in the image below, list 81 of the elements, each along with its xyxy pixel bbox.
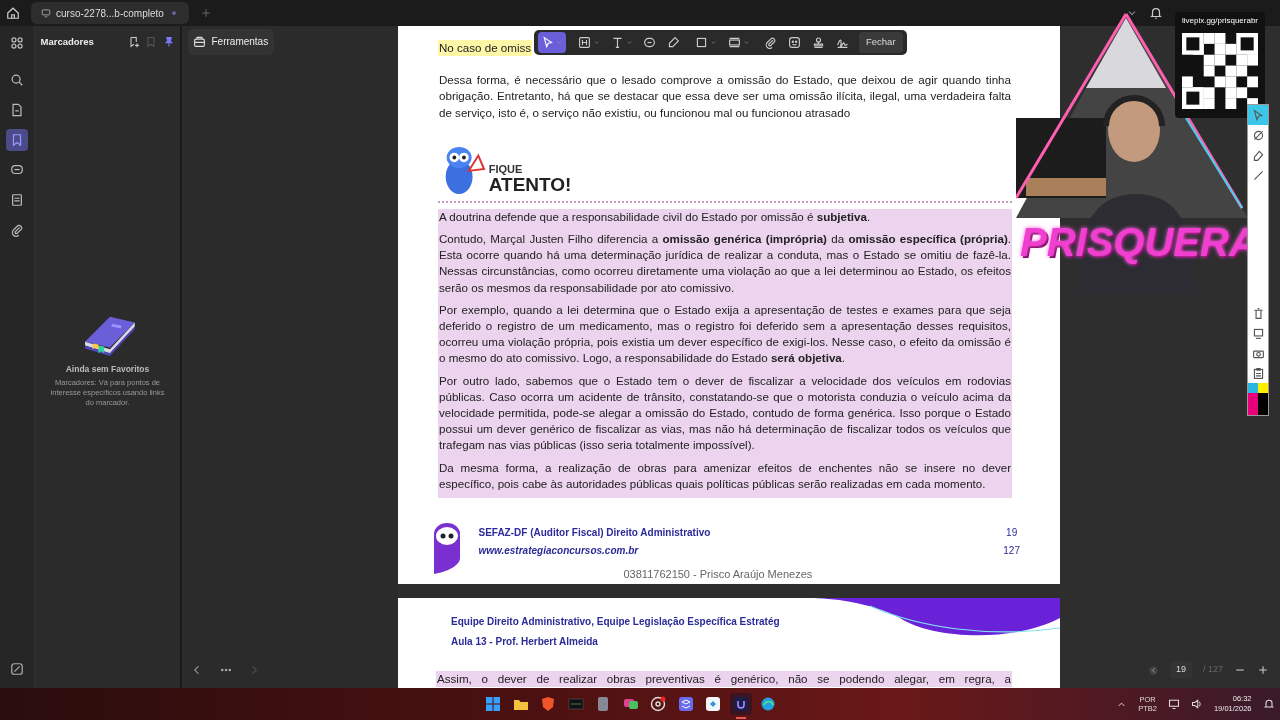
document-icon [10, 192, 24, 207]
color-swatch[interactable] [1258, 383, 1268, 393]
paragraph: Da mesma forma, a realização de obras para amenizar efeitos de enchentes não se insere no dever específico, pois cabe às autoridades públicas quais políticas públicas serão realizadas em cada momento. [438, 459, 1012, 499]
tab[interactable]: curso-2278...b-completo [30, 2, 190, 24]
course-title: SEFAZ-DF (Auditor Fiscal) Direito Administrativo [478, 525, 712, 540]
color-swatch[interactable] [1258, 393, 1268, 415]
eraser-icon [1251, 148, 1265, 162]
owl-logo-icon [432, 522, 462, 574]
monitor-icon [40, 8, 51, 18]
app-icon[interactable] [705, 696, 721, 712]
pdf-app-icon[interactable] [10, 662, 24, 676]
cursor-icon [1251, 108, 1265, 122]
paragraph: Por outro lado, sabemos que o Estado tem o dever de fiscalizar a velocidade dos veículos em rodovias públicas. Caso ocorra um acidente de trânsito, constatando-se que o motorista conduzia o veículo acima da velocidade permitida, pode-se alegar a omissão do Estado, contudo de forma genérica. Isso porque o Estado possui um dever genérico de fiscalizar as vias, mas não há determinação de fiscalizar todos os veículos que trafegam nas vias públicas (isso seria totalmente impossível). [438, 372, 1012, 460]
header-text: Aula 13 - Prof. Herbert Almeida [451, 635, 599, 649]
zoom-in-icon[interactable] [1257, 664, 1269, 676]
toolbox-icon [193, 35, 206, 49]
pin-icon[interactable] [162, 36, 175, 48]
paragraph: Dessa forma, é necessário que o lesado comprove a omissão do Estado, que deixou de agir quando tinha obrigação. Entretanto, há que se destacar que essa deve ser uma omissão ilícita, ilegal, uma verdadeira falta de serviço, isto é, o serviço não existiu, ou funcionou mal ou funcionou atrasado [438, 72, 1012, 121]
notification-icon[interactable] [1262, 698, 1275, 710]
caret-icon [709, 39, 717, 46]
disc-icon[interactable] [650, 696, 666, 712]
speaker-icon[interactable] [1190, 698, 1203, 710]
caret-icon [592, 39, 600, 46]
home-icon[interactable] [5, 6, 20, 20]
shield-icon[interactable] [540, 696, 556, 712]
website-link[interactable]: www.estrategiaconcursos.com.br [478, 542, 813, 558]
text-icon [610, 36, 624, 49]
callout-label: FIQUE [488, 164, 524, 176]
rail-button[interactable] [6, 128, 28, 151]
qr-code[interactable] [1182, 32, 1258, 109]
highlighted-text: No caso de omiss [438, 40, 533, 57]
page-count: 127 [1003, 543, 1020, 558]
screen-icon [1251, 326, 1265, 340]
tools-button[interactable]: Ferramentas [187, 28, 274, 55]
page-input[interactable]: 19 [1169, 661, 1192, 679]
panel-title: Marcadores [40, 34, 94, 49]
windows-icon[interactable] [485, 696, 501, 712]
color-swatch[interactable] [1248, 393, 1258, 415]
previous-page-icon[interactable] [1147, 664, 1159, 676]
add-bookmark-icon[interactable] [127, 36, 140, 48]
page-icon [10, 102, 24, 117]
sticker-icon [788, 36, 801, 49]
close-button[interactable]: Fechar [859, 32, 903, 53]
owner-line: 03811762150 - Prisco Araújo Menezes [623, 567, 813, 583]
app-icon[interactable] [677, 696, 694, 712]
palette-button[interactable] [1248, 105, 1268, 125]
callout-title: ATENTO! [488, 175, 572, 195]
paragraph: A doutrina defende que a responsabilidade civil do Estado por omissão é subjetiva. [438, 208, 1012, 231]
bookmark-icon [10, 132, 24, 147]
cursor-icon [541, 36, 554, 49]
paragraph: Por exemplo, quando a lei determina que o Estado exija a apresentação de testes e exames para que seja deferido o registro de um medicamento, mas o registro foi deferido sem a apresentação desses requisitos, ocorreu uma violação própria, pois existia um dever específico de exigi-los. Nesse caso, o efeito da omissão é o mesmo do ato comissivo. Logo, a responsabilidade do Estado será objetiva. [438, 301, 1012, 373]
heading-icon [577, 36, 591, 49]
qr-caption: livepix.gg/prisquerabr [1181, 14, 1258, 27]
paperclip-icon [10, 222, 24, 237]
color-swatch[interactable] [1248, 383, 1258, 393]
caret-icon [556, 39, 563, 46]
clipboard-icon [1251, 366, 1265, 380]
search-icon [10, 72, 24, 87]
paragraph: Assim, o dever de realizar obras preventivas é genérico, não se podendo alegar, em regra, a [436, 671, 1012, 688]
caret-icon [625, 39, 633, 46]
caret-icon [742, 39, 750, 46]
square-icon [694, 36, 708, 49]
stamp-icon [811, 36, 825, 49]
trash-icon [1251, 306, 1265, 320]
paperclip-icon [764, 36, 778, 49]
chat-icon[interactable] [622, 696, 639, 712]
page-number: 19 [1006, 525, 1018, 540]
apps-icon [10, 35, 24, 50]
signature-icon [835, 36, 849, 49]
header-text: Equipe Direito Administrativo, Equipe Legislação Específica Estratég [451, 615, 781, 629]
empty-title: Ainda sem Favoritos [65, 362, 150, 376]
text-box-icon [727, 36, 741, 49]
line-icon [1251, 168, 1265, 182]
toolbar-button[interactable] [538, 32, 566, 53]
bell-icon[interactable] [1148, 6, 1163, 20]
browser-icon[interactable] [760, 696, 776, 712]
network-icon[interactable] [1167, 698, 1180, 710]
paragraph: Contudo, Marçal Justen Filho diferencia a omissão genérica (imprópria) da omissão específica (própria). Esta ocorre quando há uma determinação jurídica de realizar a conduta, mas o Estado se omitiu de fazê-la. Nessas circunstâncias, como ocorreu diretamente uma violação ao que a lei determinou ao Estado, os efeitos serão os mesmos da responsabilidade por ato comissivo. [438, 231, 1012, 302]
comment-icon [643, 36, 657, 49]
comment-icon [10, 162, 24, 177]
app-icon[interactable] [732, 696, 749, 712]
